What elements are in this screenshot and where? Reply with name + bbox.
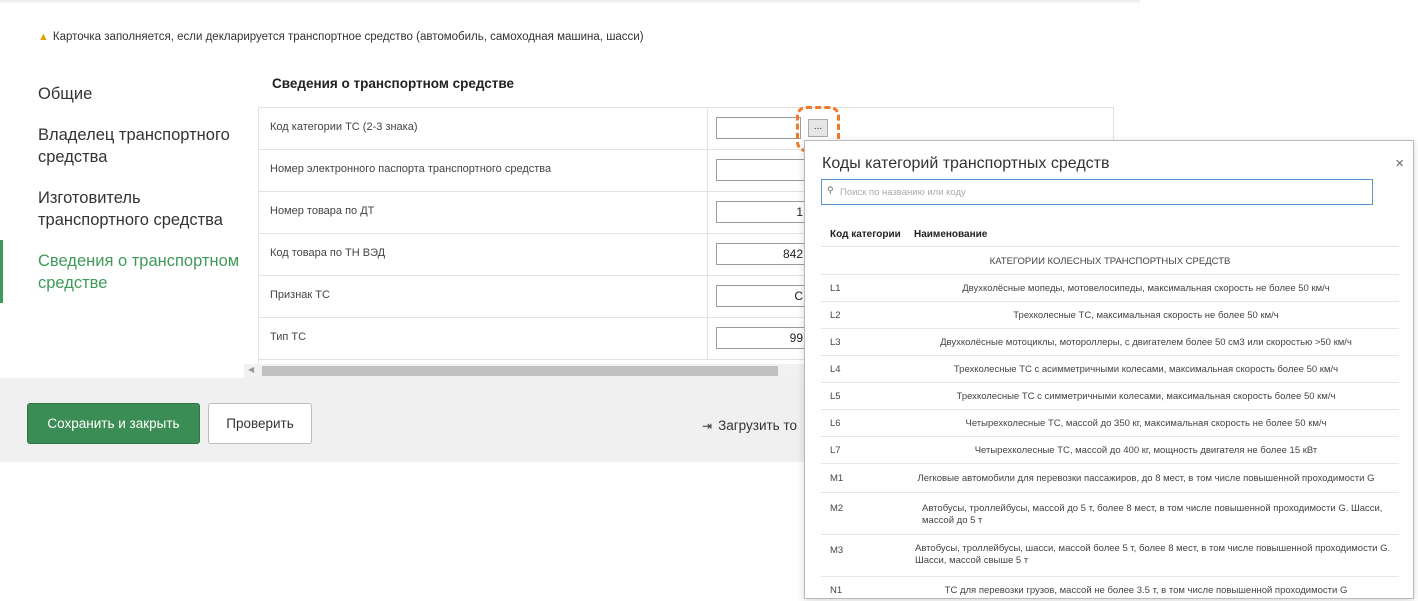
column-code-header: Код категории — [830, 229, 901, 240]
row-name: Автобусы, троллейбусы, массой до 5 т, бо… — [922, 503, 1383, 526]
table-row[interactable]: L2 Трехколесные ТС, максимальная скорост… — [821, 302, 1399, 329]
field-label: Номер электронного паспорта транспортног… — [259, 150, 708, 191]
epassport-number-input[interactable] — [716, 159, 808, 181]
search-box: ⚲ — [821, 179, 1373, 205]
table-row[interactable]: L1 Двухколёсные мопеды, мотовелосипеды, … — [821, 275, 1399, 302]
load-link[interactable]: ⇥ Загрузить то — [702, 418, 797, 433]
row-code: L7 — [830, 445, 841, 456]
table-row[interactable]: L5 Трехколесные ТС с симметричными колес… — [821, 383, 1399, 410]
field-label: Код категории ТС (2-3 знака) — [259, 108, 708, 149]
table-row[interactable]: M3 Автобусы, троллейбусы, шасси, массой … — [821, 535, 1399, 577]
table-group-row: КАТЕГОРИИ КОЛЕСНЫХ ТРАНСПОРТНЫХ СРЕДСТВ — [821, 248, 1399, 275]
column-name-header: Наименование — [914, 229, 988, 240]
table-header: Код категории Наименование — [821, 227, 1399, 247]
field-label: Признак ТС — [259, 276, 708, 317]
row-name: Трехколесные ТС, максимальная скорость н… — [1013, 310, 1279, 321]
table-row[interactable]: M1 Легковые автомобили для перевозки пас… — [821, 464, 1399, 493]
scroll-left-icon[interactable]: ◀ — [248, 365, 254, 374]
row-code: N1 — [830, 585, 843, 596]
scrollbar-thumb[interactable] — [262, 366, 778, 376]
table-row[interactable]: L4 Трехколесные ТС с асимметричными коле… — [821, 356, 1399, 383]
save-and-close-button[interactable]: Сохранить и закрыть — [27, 403, 200, 444]
table-row[interactable]: N1 ТС для перевозки грузов, массой не бо… — [821, 577, 1399, 598]
search-icon: ⚲ — [827, 185, 834, 195]
search-input[interactable] — [840, 184, 1360, 200]
check-button[interactable]: Проверить — [208, 403, 312, 444]
table-row[interactable]: L7 Четырехколесные ТС, массой до 400 кг,… — [821, 437, 1399, 464]
row-name: Автобусы, троллейбусы, шасси, массой бол… — [915, 543, 1391, 566]
row-name: Трехколесные ТС с симметричными колесами… — [956, 391, 1336, 402]
row-code: L6 — [830, 418, 841, 429]
row-name: ТС для перевозки грузов, массой не более… — [944, 585, 1348, 596]
section-title: Сведения о транспортном средстве — [272, 76, 515, 91]
dialog-title: Коды категорий транспортных средств — [822, 155, 1110, 172]
row-name: Двухколёсные мотоциклы, мотороллеры, с д… — [940, 337, 1352, 348]
group-label: КАТЕГОРИИ КОЛЕСНЫХ ТРАНСПОРТНЫХ СРЕДСТВ — [989, 256, 1231, 267]
field-label: Тип ТС — [259, 318, 708, 359]
load-link-label: Загрузить то — [718, 418, 797, 433]
tnved-code-input[interactable]: 842 — [716, 243, 808, 265]
nav-item-vehicle-details[interactable]: Сведения о транспортном средстве — [0, 240, 240, 303]
top-divider — [0, 0, 1140, 4]
row-name: Четырехколесные ТС, массой до 400 кг, мо… — [974, 445, 1318, 456]
vehicle-sign-input[interactable]: С — [716, 285, 808, 307]
row-code: L1 — [830, 283, 841, 294]
table-row[interactable]: M2 Автобусы, троллейбусы, массой до 5 т,… — [821, 493, 1399, 535]
warning-icon: ▲ — [38, 31, 49, 43]
horizontal-scrollbar[interactable]: ◀ — [244, 364, 808, 378]
category-code-input[interactable] — [716, 117, 801, 139]
row-code: L4 — [830, 364, 841, 375]
row-code: M2 — [830, 503, 844, 514]
row-name: Четырехколесные ТС, массой до 350 кг, ма… — [965, 418, 1327, 429]
row-name: Двухколёсные мопеды, мотовелосипеды, мак… — [962, 283, 1330, 294]
open-directory-button[interactable]: ... — [808, 119, 828, 137]
row-name: Легковые автомобили для перевозки пассаж… — [917, 473, 1375, 484]
row-code: L2 — [830, 310, 841, 321]
nav-item-vehicle-owner[interactable]: Владелец транспортного средства — [0, 124, 240, 168]
close-icon[interactable]: × — [1395, 155, 1404, 172]
nav-item-vehicle-manufacturer[interactable]: Изготовитель транспортного средства — [0, 187, 240, 231]
row-code: M3 — [830, 545, 844, 556]
row-name: Трехколесные ТС с асимметричными колесам… — [953, 364, 1339, 375]
row-code: L5 — [830, 391, 841, 402]
row-code: M1 — [830, 473, 844, 484]
row-code: L3 — [830, 337, 841, 348]
field-label: Код товара по ТН ВЭД — [259, 234, 708, 275]
vehicle-type-input[interactable]: 99 — [716, 327, 808, 349]
table-row[interactable]: L3 Двухколёсные мотоциклы, мотороллеры, … — [821, 329, 1399, 356]
nav-item-general[interactable]: Общие — [0, 83, 92, 105]
import-icon: ⇥ — [702, 419, 713, 433]
field-label: Номер товара по ДТ — [259, 192, 708, 233]
table-row[interactable]: L6 Четырехколесные ТС, массой до 350 кг,… — [821, 410, 1399, 437]
goods-number-input[interactable]: 1 — [716, 201, 808, 223]
notice-text: Карточка заполняется, если декларируется… — [52, 31, 644, 43]
category-codes-dialog: Коды категорий транспортных средств × ⚲ … — [804, 140, 1414, 599]
notice-banner: ▲ Карточка заполняется, если декларируетс… — [38, 31, 644, 43]
